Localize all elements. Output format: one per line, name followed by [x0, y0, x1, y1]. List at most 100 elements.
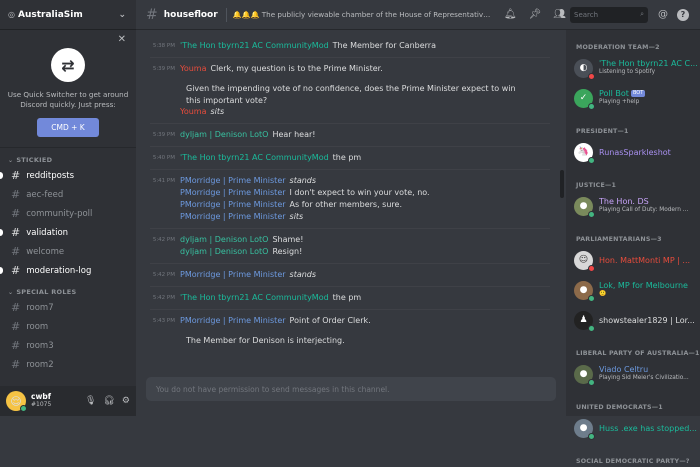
message-author[interactable]: PMorridge | Prime Minister	[180, 315, 286, 327]
hash-icon: #	[11, 264, 21, 277]
member-info: The Hon. DS Playing Call of Duty: Modern …	[599, 197, 699, 215]
message[interactable]: 5:43 PM PMorridge | Prime Minister Point o…	[136, 315, 548, 327]
member-item[interactable]: ☺ Hon. MattMonti MP | ...	[566, 245, 700, 275]
status-icon	[588, 156, 595, 164]
message-paragraph: The Member for Denison is interjecting.	[186, 336, 345, 345]
message[interactable]: 5:42 PM PMorridge | Prime Minister stands	[136, 269, 548, 281]
sidebar-item-moderation-log[interactable]: # moderation-log	[0, 261, 136, 280]
member-item[interactable]: ◐ 'The Hon tbyrn21 AC C... Listening to Sp…	[566, 53, 700, 83]
message-author[interactable]: 'The Hon tbyrn21 AC CommunityMod	[180, 292, 329, 304]
member-item[interactable]: ● Lok, MP for Melbourne 🙂	[566, 275, 700, 305]
message-author[interactable]: PMorridge | Prime Minister	[180, 175, 286, 187]
message[interactable]: 5:38 PM 'The Hon tbyrn21 AC CommunityMod T…	[136, 40, 548, 52]
member-avatar: ☺	[574, 250, 595, 272]
member-item[interactable]: ♟ showstealer1829 | Lor...	[566, 305, 700, 335]
message[interactable]: dyljam | Denison LotO Resign!	[136, 246, 548, 258]
headphones-icon[interactable]: 🎧︎	[103, 396, 114, 406]
message-group: 5:43 PM PMorridge | Prime Minister Point o…	[136, 315, 566, 347]
message[interactable]: 5:42 PM 'The Hon tbyrn21 AC CommunityMod t…	[136, 292, 548, 304]
sidebar-item-room7[interactable]: # room7	[0, 298, 136, 317]
search-input[interactable]: Search ⌕	[570, 6, 648, 23]
close-icon[interactable]: ✕	[118, 34, 126, 45]
sidebar-item-welcome[interactable]: # welcome	[0, 242, 136, 261]
message-author[interactable]: dyljam | Denison LotO	[180, 246, 268, 258]
member-group-header: PRESIDENT—1	[576, 127, 629, 135]
status-icon	[588, 378, 595, 386]
avatar[interactable]: 😌	[6, 391, 27, 412]
member-list: MODERATION TEAM—2 ◐ 'The Hon tbyrn21 AC C.…	[566, 41, 700, 467]
message-paragraph: Given the impending vote of no confidenc…	[186, 84, 516, 105]
message-input[interactable]: You do not have permission to send messa…	[146, 377, 556, 401]
member-activity: Playing +help	[599, 99, 640, 105]
member-avatar: ●	[574, 280, 595, 302]
hash-icon: #	[146, 6, 158, 23]
channel-category[interactable]: ⌄ STICKIED	[0, 154, 136, 166]
message-text: Hear hear!	[272, 130, 316, 139]
mention-icon[interactable]: @	[658, 9, 668, 20]
message-input-placeholder: You do not have permission to send messa…	[156, 384, 390, 394]
timestamp: 5:38 PM	[152, 43, 175, 49]
message[interactable]: 5:39 PM Youma Clerk, my question is to the…	[136, 63, 548, 75]
message[interactable]: 5:41 PM PMorridge | Prime Minister stands	[136, 175, 548, 187]
message[interactable]: 5:42 PM dyljam | Denison LotO Shame!	[136, 234, 548, 246]
member-name: RunasSparkleshot	[599, 147, 671, 157]
quick-switcher-button[interactable]: CMD + K	[37, 118, 99, 137]
sidebar-item-room3[interactable]: # room3	[0, 336, 136, 355]
pin-icon[interactable]: 📌︎	[529, 9, 542, 20]
message[interactable]: PMorridge | Prime Minister sits	[136, 211, 548, 223]
member-info: RunasSparkleshot	[599, 148, 699, 157]
message-author[interactable]: Youma	[180, 63, 206, 75]
gear-icon[interactable]: ⚙	[122, 396, 130, 406]
member-avatar: ●	[574, 364, 595, 386]
member-name: Viado Celtru	[599, 365, 649, 374]
server-name: AustraliaSim	[17, 9, 83, 20]
help-icon[interactable]: ?	[677, 8, 689, 21]
message-divider	[150, 169, 550, 170]
sidebar-item-community-poll[interactable]: # community-poll	[0, 204, 136, 223]
member-group-header: LIBERAL PARTY OF AUSTRALIA—1	[576, 349, 700, 357]
message-author[interactable]: Youma	[180, 106, 206, 118]
message-author[interactable]: PMorridge | Prime Minister	[180, 199, 286, 211]
server-header[interactable]: ◎ AustraliaSim ⌄	[0, 0, 136, 30]
channel-label: community-poll	[26, 208, 93, 219]
member-avatar: ✓	[574, 88, 595, 110]
member-group-header: MODERATION TEAM—2	[576, 43, 660, 51]
message-author[interactable]: PMorridge | Prime Minister	[180, 187, 286, 199]
message[interactable]: 5:40 PM 'The Hon tbyrn21 AC CommunityMod t…	[136, 152, 548, 164]
message-author[interactable]: 'The Hon tbyrn21 AC CommunityMod	[180, 40, 329, 52]
sidebar-item-aec-feed[interactable]: # aec-feed	[0, 185, 136, 204]
members-icon[interactable]: 👥︎	[553, 9, 566, 20]
scrollbar[interactable]	[560, 170, 564, 198]
member-item[interactable]: ● The Hon. DS Playing Call of Duty: Modern…	[566, 191, 700, 221]
member-item[interactable]: 🦄 RunasSparkleshot	[566, 137, 700, 167]
chevron-down-icon[interactable]: ⌄	[118, 10, 126, 20]
message[interactable]: 5:39 PM dyljam | Denison LotO Hear hear!	[136, 129, 548, 141]
channel-category[interactable]: ⌄ SPECIAL ROLES	[0, 286, 136, 298]
sidebar-item-redditposts[interactable]: # redditposts	[0, 166, 136, 185]
hash-icon: #	[11, 207, 21, 220]
switch-arrows-icon: ⇄	[51, 48, 85, 82]
member-item[interactable]: ● Huss .exe has stopped...	[566, 413, 700, 443]
sidebar-item-validation[interactable]: # validation	[0, 223, 136, 242]
message-author[interactable]: PMorridge | Prime Minister	[180, 211, 286, 223]
status-icon	[588, 294, 595, 302]
message[interactable]: Youma sits	[136, 106, 548, 118]
member-item[interactable]: ✓ Poll Bot BOT Playing +help	[566, 83, 700, 113]
sidebar-item-room[interactable]: # room	[0, 317, 136, 336]
username: cwbf	[31, 392, 52, 401]
sidebar-item-room2[interactable]: # room2	[0, 355, 136, 374]
message-author[interactable]: 'The Hon tbyrn21 AC CommunityMod	[180, 152, 329, 164]
message-author[interactable]: dyljam | Denison LotO	[180, 129, 268, 141]
message-author[interactable]: PMorridge | Prime Minister	[180, 269, 286, 281]
message-author[interactable]: dyljam | Denison LotO	[180, 234, 268, 246]
category-name: STICKIED	[16, 156, 53, 164]
channel-topic[interactable]: 🔔🔔🔔 The publicly viewable chamber of the…	[233, 10, 492, 19]
message-group: 5:38 PM 'The Hon tbyrn21 AC CommunityMod T…	[136, 40, 566, 52]
message-text: stands	[289, 176, 317, 185]
bell-icon[interactable]: 🔔︎	[504, 9, 517, 20]
message[interactable]: PMorridge | Prime Minister I don't expect…	[136, 187, 548, 199]
message[interactable]: PMorridge | Prime Minister As for other m…	[136, 199, 548, 211]
member-item[interactable]: ● Viado Celtru Playing Sid Meier's Civiliz…	[566, 359, 700, 389]
chat-area: # housefloor 🔔🔔🔔 The publicly viewable c…	[136, 0, 566, 416]
microphone-icon[interactable]: 🎙︎	[85, 396, 96, 406]
